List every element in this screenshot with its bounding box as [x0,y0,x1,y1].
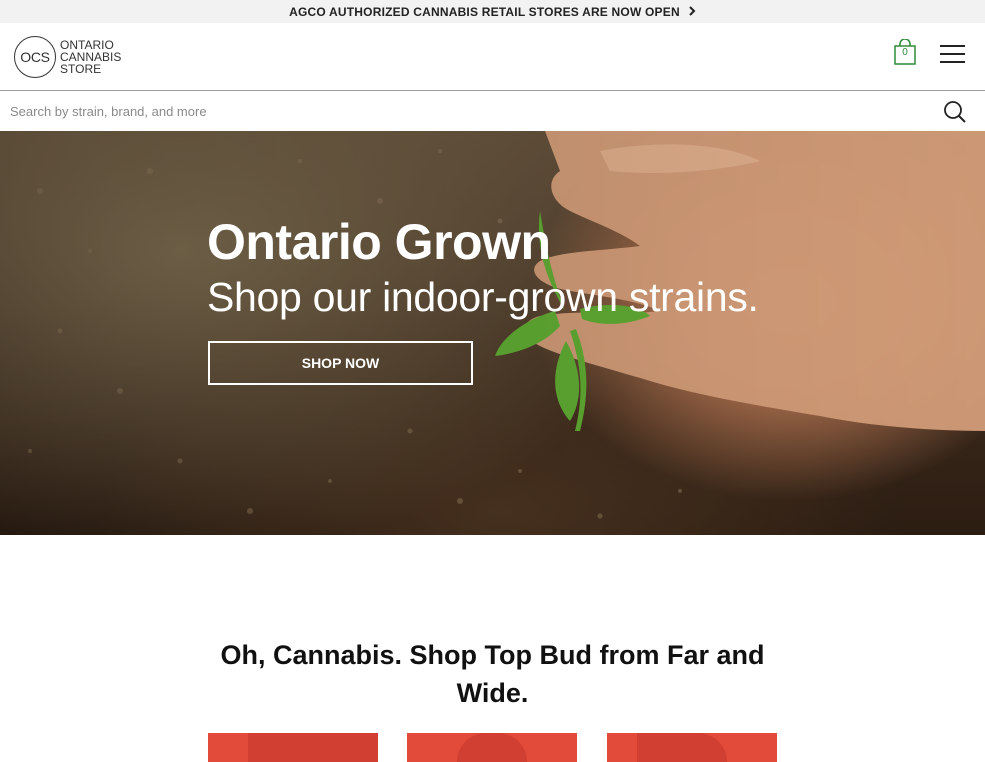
logo-wordmark: ONTARIO CANNABIS STORE [60,39,121,75]
category-tile-3[interactable] [607,733,777,762]
category-tile-1[interactable] [208,733,378,762]
tile-graphic [457,733,527,762]
search-bar [0,91,985,131]
logo-line-3: STORE [60,62,102,76]
announcement-bar[interactable]: AGCO AUTHORIZED CANNABIS RETAIL STORES A… [0,0,985,23]
category-tile-2[interactable] [407,733,577,762]
hero-banner[interactable]: Ontario Grown Shop our indoor-grown stra… [0,131,985,535]
shop-now-button[interactable]: SHOP NOW [208,341,473,385]
chevron-right-icon[interactable] [688,5,696,19]
hero-title: Ontario Grown [207,214,551,270]
cart-count: 0 [902,47,908,58]
hero-subtitle: Shop our indoor-grown strains. [207,274,759,320]
section-heading: Oh, Cannabis. Shop Top Bud from Far and … [220,640,765,708]
menu-bar [940,45,965,47]
announcement-text[interactable]: AGCO AUTHORIZED CANNABIS RETAIL STORES A… [289,5,680,19]
cart-button[interactable]: 0 [894,38,916,65]
menu-bar [940,53,965,55]
search-input[interactable] [0,91,930,131]
ocs-logo[interactable]: OCS ONTARIO CANNABIS STORE [14,36,121,78]
hamburger-menu-icon[interactable] [940,45,966,65]
tile-graphic [637,733,727,762]
hero-overlay [0,131,985,535]
logo-mark: OCS [14,36,56,78]
menu-bar [940,61,965,63]
tile-graphic [248,733,378,762]
site-header: OCS ONTARIO CANNABIS STORE 0 [0,23,985,91]
search-icon[interactable] [943,100,967,124]
